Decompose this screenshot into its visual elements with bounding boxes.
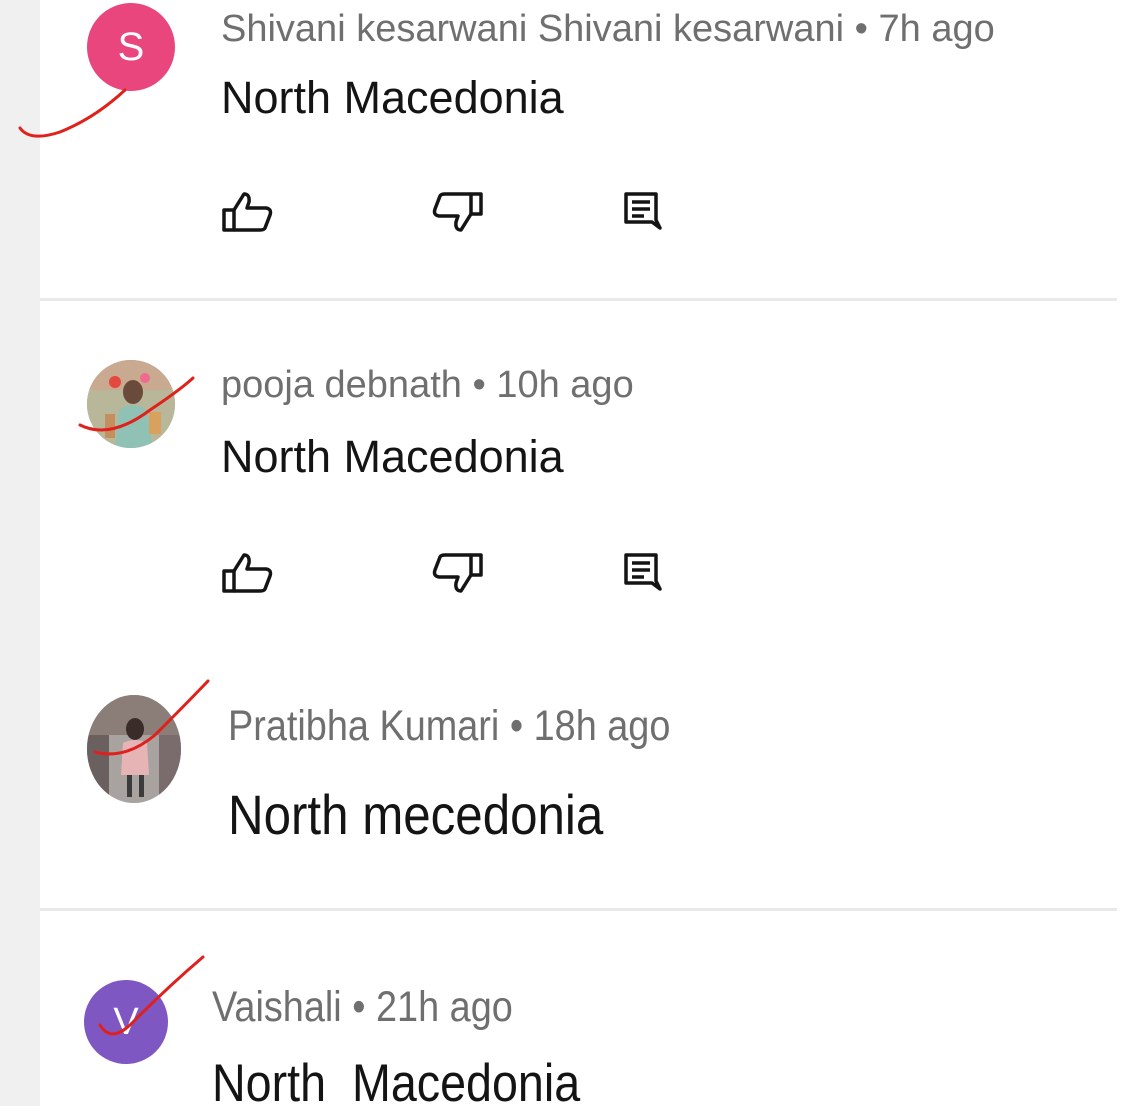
meta-separator: •	[509, 702, 524, 750]
avatar[interactable]	[87, 360, 175, 448]
like-button[interactable]	[216, 541, 280, 605]
comment-meta: Shivani kesarwani Shivani kesarwani • 7h…	[221, 8, 995, 51]
like-button[interactable]	[216, 180, 280, 244]
comment-item: Pratibha Kumari • 18h ago North mecedoni…	[40, 650, 1117, 905]
comment-text: North Macedonia	[221, 431, 564, 482]
comment-time: 10h ago	[496, 364, 634, 406]
comment-text: North Macedonia	[212, 1054, 581, 1113]
avatar[interactable]: S	[87, 3, 175, 91]
comment-time: 18h ago	[533, 702, 671, 750]
avatar-letter: V	[113, 1000, 139, 1043]
avatar[interactable]	[87, 695, 181, 803]
thumbs-up-icon	[222, 553, 273, 593]
avatar[interactable]: V	[84, 980, 168, 1064]
comment-author[interactable]: Shivani kesarwani Shivani kesarwani	[221, 8, 844, 50]
comment-author[interactable]: Vaishali	[212, 983, 342, 1031]
reply-icon	[624, 553, 662, 591]
comment-time: 21h ago	[376, 983, 513, 1031]
comment-time: 7h ago	[878, 8, 995, 50]
meta-separator: •	[854, 8, 868, 50]
comment-text: North mecedonia	[228, 783, 604, 846]
thumbs-down-icon	[432, 553, 483, 593]
comment-author[interactable]: pooja debnath	[221, 364, 462, 406]
thumbs-up-icon	[222, 192, 273, 232]
comment-meta: Vaishali • 21h ago	[212, 983, 513, 1032]
profile-photo	[87, 360, 175, 448]
reply-button[interactable]	[610, 180, 674, 244]
left-margin-strip	[0, 0, 40, 1106]
comment-item: S Shivani kesarwani Shivani kesarwani • …	[40, 0, 1117, 300]
avatar-letter: S	[117, 24, 145, 69]
comment-meta: pooja debnath • 10h ago	[221, 364, 634, 407]
comment-text: North Macedonia	[221, 72, 564, 123]
meta-separator: •	[472, 364, 486, 406]
comment-item: V Vaishali • 21h ago North Macedonia	[40, 911, 1117, 1113]
dislike-button[interactable]	[425, 541, 489, 605]
thumbs-down-icon	[432, 192, 483, 232]
comment-meta: Pratibha Kumari • 18h ago	[228, 702, 670, 751]
comment-item: pooja debnath • 10h ago North Macedonia	[40, 301, 1117, 621]
meta-separator: •	[352, 983, 366, 1031]
right-margin-strip	[1117, 0, 1125, 1106]
comment-author[interactable]: Pratibha Kumari	[228, 702, 499, 750]
dislike-button[interactable]	[425, 180, 489, 244]
profile-photo	[87, 695, 181, 803]
reply-icon	[624, 192, 662, 230]
reply-button[interactable]	[610, 541, 674, 605]
